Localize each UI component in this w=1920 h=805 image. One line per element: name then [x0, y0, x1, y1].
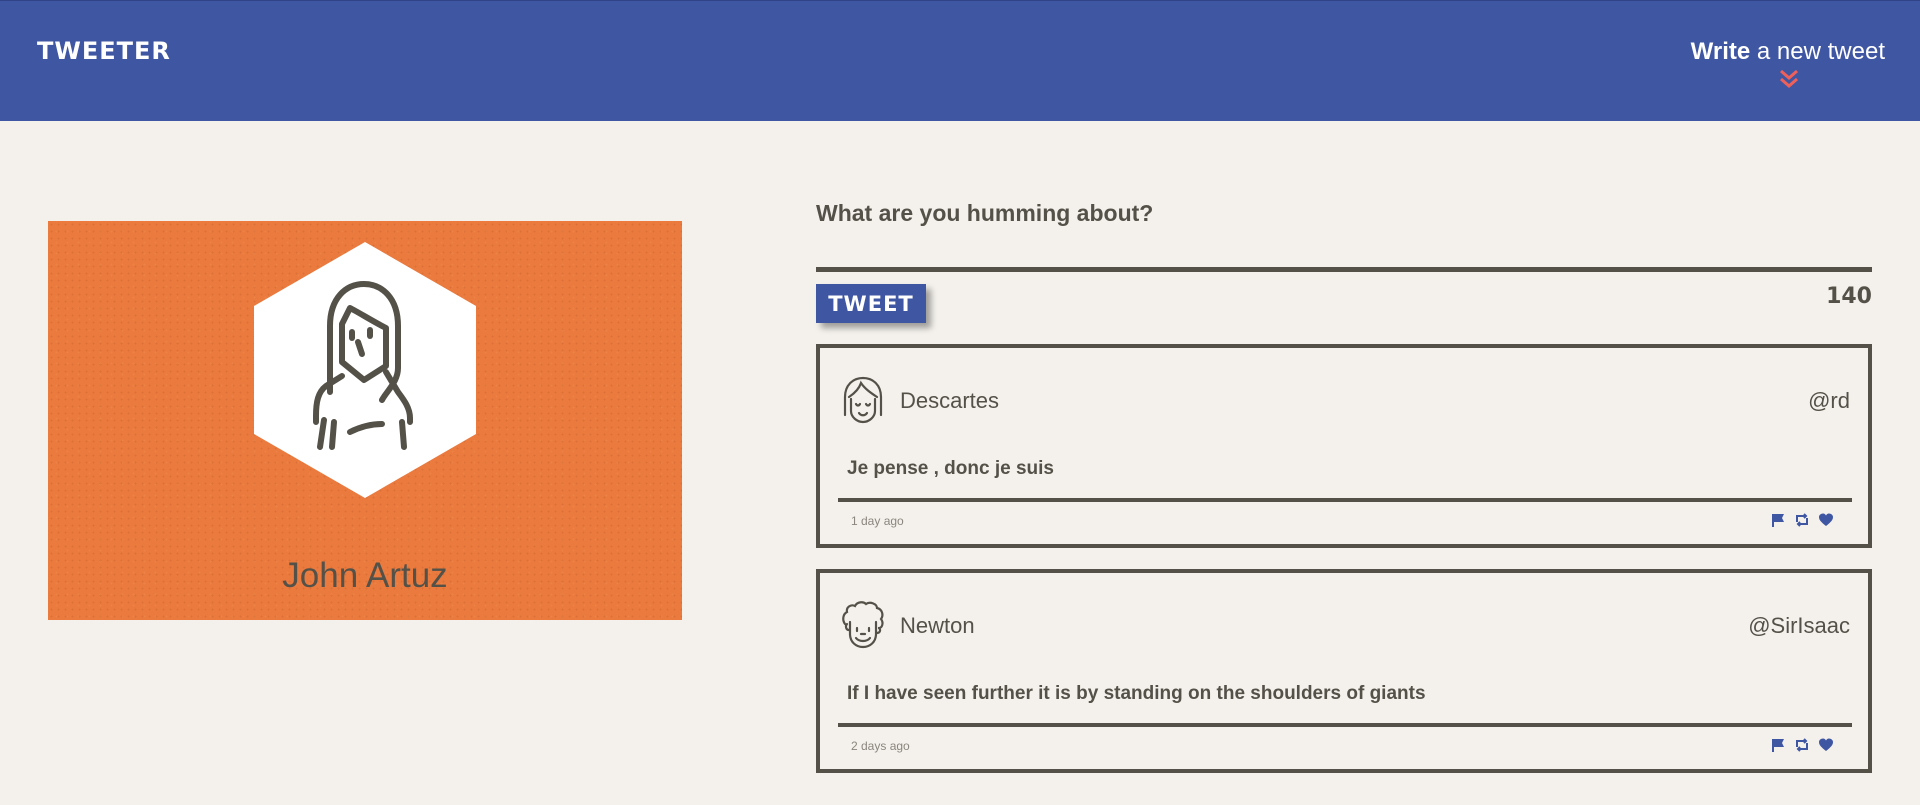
tweet-age: 1 day ago	[851, 514, 904, 528]
heart-icon[interactable]	[1818, 737, 1834, 753]
heart-icon[interactable]	[1818, 512, 1834, 528]
profile-card: John Artuz	[48, 221, 682, 620]
top-nav-bar: TWEETER Write a new tweet	[0, 0, 1920, 121]
tweet-divider	[838, 498, 1852, 502]
tweet-text: If I have seen further it is by standing…	[847, 683, 1426, 704]
tweet-card: Newton @SirIsaac If I have seen further …	[816, 569, 1872, 773]
flag-icon[interactable]	[1770, 737, 1786, 753]
write-label-rest: a new tweet	[1750, 38, 1885, 65]
compose-prompt[interactable]: What are you humming about?	[816, 200, 1153, 227]
flag-icon[interactable]	[1770, 512, 1786, 528]
tweet-text: Je pense , donc je suis	[847, 458, 1054, 479]
brand-logo[interactable]: TWEETER	[37, 37, 171, 65]
woman-avatar-icon	[254, 242, 476, 498]
profile-name: John Artuz	[282, 556, 448, 595]
tweet-actions	[1770, 512, 1834, 528]
tweet-age: 2 days ago	[851, 739, 910, 753]
curly-hair-avatar-icon	[842, 601, 884, 649]
tweet-actions	[1770, 737, 1834, 753]
tweet-author[interactable]: Descartes	[900, 388, 999, 414]
retweet-icon[interactable]	[1794, 737, 1810, 753]
tweet-divider	[838, 723, 1852, 727]
tweet-handle[interactable]: @SirIsaac	[1748, 613, 1850, 639]
tweet-author[interactable]: Newton	[900, 613, 975, 639]
tweet-button[interactable]: TWEET	[816, 284, 926, 323]
character-counter: 140	[1826, 284, 1872, 309]
tweet-card: Descartes @rd Je pense , donc je suis 1 …	[816, 344, 1872, 548]
write-new-tweet-toggle[interactable]: Write a new tweet	[1690, 38, 1885, 88]
double-chevron-down-icon	[1779, 69, 1798, 88]
girl-avatar-icon	[843, 376, 883, 424]
tweet-handle[interactable]: @rd	[1808, 388, 1850, 414]
retweet-icon[interactable]	[1794, 512, 1810, 528]
compose-input-underline[interactable]	[816, 267, 1872, 272]
write-label-strong: Write	[1690, 38, 1751, 65]
